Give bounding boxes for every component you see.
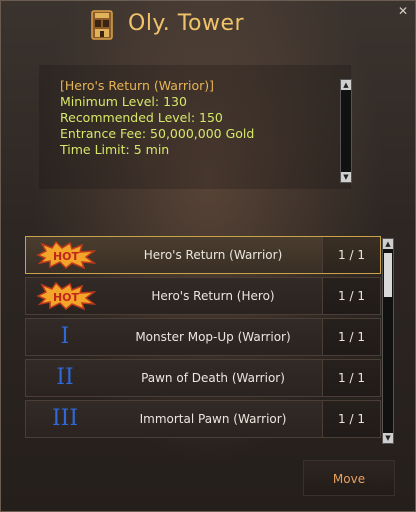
roman-numeral-badge: I xyxy=(60,324,70,349)
scroll-down-arrow-icon[interactable]: ▼ xyxy=(383,433,393,443)
move-button[interactable]: Move xyxy=(303,460,395,496)
dungeon-info-text: [Hero's Return (Warrior)] Minimum Level:… xyxy=(60,78,254,158)
row-badge: II xyxy=(26,360,104,396)
svg-text:HOT: HOT xyxy=(53,250,80,263)
roman-numeral-badge: III xyxy=(51,406,79,431)
list-item[interactable]: I Monster Mop-Up (Warrior) 1 / 1 xyxy=(25,318,381,356)
dungeon-info-panel: [Hero's Return (Warrior)] Minimum Level:… xyxy=(39,65,351,189)
row-badge: I xyxy=(26,319,104,355)
info-scrollbar[interactable]: ▲ ▼ xyxy=(340,79,352,183)
scroll-up-arrow-icon[interactable]: ▲ xyxy=(383,239,393,249)
dungeon-name: Hero's Return (Hero) xyxy=(151,289,275,303)
scroll-up-arrow-icon[interactable]: ▲ xyxy=(341,80,351,90)
scroll-down-arrow-icon[interactable]: ▼ xyxy=(341,172,351,182)
dungeon-name: Monster Mop-Up (Warrior) xyxy=(135,330,291,344)
dungeon-name: Pawn of Death (Warrior) xyxy=(141,371,285,385)
entrance-fee-text: Entrance Fee: 50,000,000 Gold xyxy=(60,126,255,141)
minimum-level-text: Minimum Level: 130 xyxy=(60,94,187,109)
row-badge: HOT xyxy=(26,237,104,273)
hot-badge-icon: HOT xyxy=(36,282,96,310)
row-badge: HOT xyxy=(26,278,104,314)
entry-count: 1 / 1 xyxy=(322,237,380,273)
scrollbar-thumb[interactable] xyxy=(384,253,392,297)
list-item[interactable]: II Pawn of Death (Warrior) 1 / 1 xyxy=(25,359,381,397)
dungeon-name-heading: [Hero's Return (Warrior)] xyxy=(60,78,215,93)
window-title: Oly. Tower xyxy=(128,11,245,36)
entry-count: 1 / 1 xyxy=(322,278,380,314)
close-icon[interactable]: ✕ xyxy=(397,5,409,17)
oly-tower-window: Oly. Tower ✕ [Hero's Return (Warrior)] M… xyxy=(0,0,416,512)
row-badge: III xyxy=(26,401,104,437)
list-item[interactable]: III Immortal Pawn (Warrior) 1 / 1 xyxy=(25,400,381,438)
roman-numeral-badge: II xyxy=(56,365,74,390)
svg-text:HOT: HOT xyxy=(53,291,80,304)
list-scrollbar[interactable]: ▲ ▼ xyxy=(382,238,394,444)
list-item[interactable]: HOT Hero's Return (Hero) 1 / 1 xyxy=(25,277,381,315)
tower-icon xyxy=(91,10,113,40)
title-bar[interactable]: Oly. Tower ✕ xyxy=(1,1,415,47)
dungeon-name: Immortal Pawn (Warrior) xyxy=(139,412,287,426)
hot-badge-icon: HOT xyxy=(36,241,96,269)
recommended-level-text: Recommended Level: 150 xyxy=(60,110,223,125)
entry-count: 1 / 1 xyxy=(322,360,380,396)
dungeon-list: HOT Hero's Return (Warrior) 1 / 1 HOT He… xyxy=(25,236,381,444)
dungeon-name: Hero's Return (Warrior) xyxy=(143,248,283,262)
time-limit-text: Time Limit: 5 min xyxy=(60,142,170,157)
entry-count: 1 / 1 xyxy=(322,319,380,355)
list-item[interactable]: HOT Hero's Return (Warrior) 1 / 1 xyxy=(25,236,381,274)
entry-count: 1 / 1 xyxy=(322,401,380,437)
